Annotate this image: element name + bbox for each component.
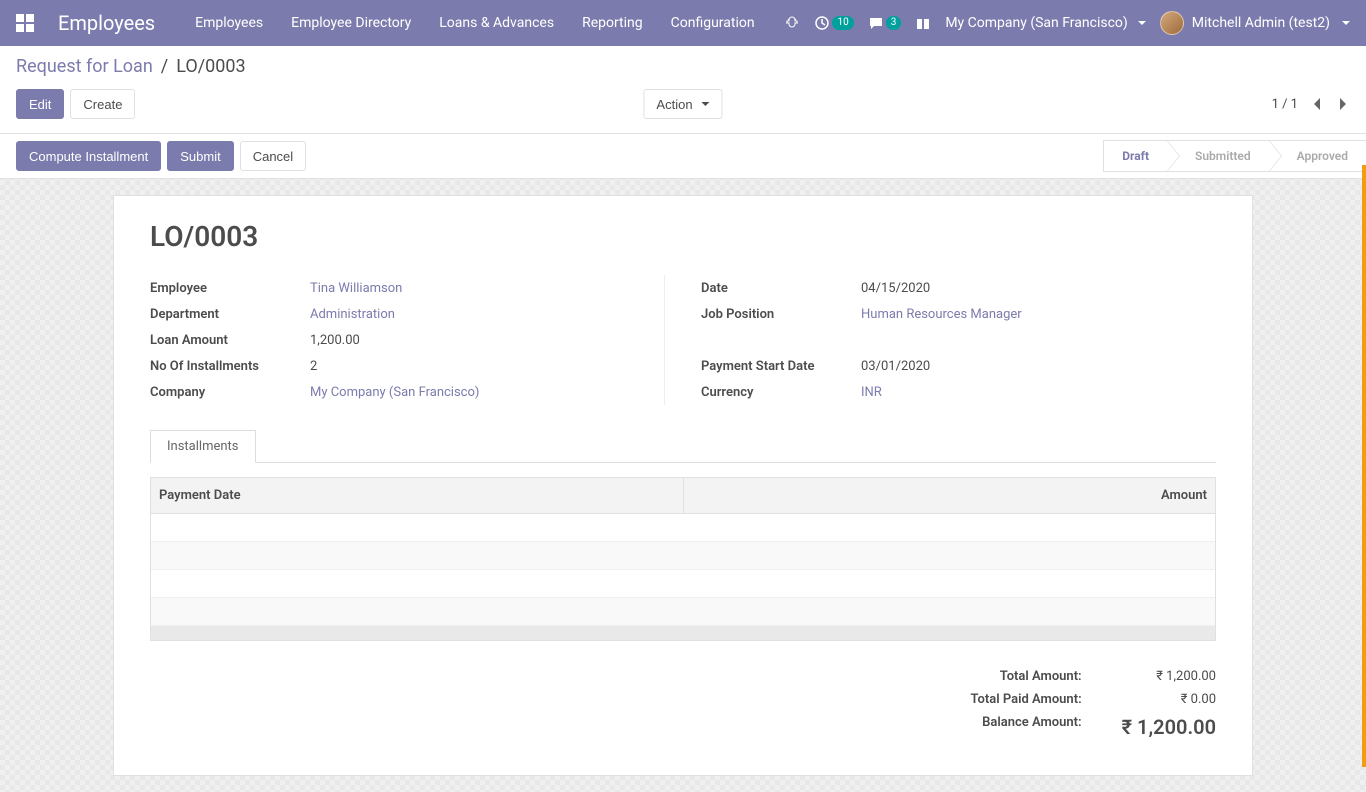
form-sheet: LO/0003 Employee Tina Williamson Departm… [113, 195, 1253, 776]
value-employee[interactable]: Tina Williamson [310, 281, 402, 296]
table-row [151, 514, 1215, 542]
compute-installment-button[interactable]: Compute Installment [16, 141, 161, 171]
debug-icon[interactable] [784, 15, 800, 31]
chevron-down-icon [1138, 21, 1146, 25]
breadcrumb-current: LO/0003 [176, 56, 245, 77]
company-selector[interactable]: My Company (San Francisco) [945, 15, 1145, 31]
total-amount-label: Total Amount: [971, 669, 1082, 684]
label-department: Department [150, 307, 310, 322]
create-button[interactable]: Create [70, 89, 135, 119]
record-title: LO/0003 [150, 220, 1216, 253]
breadcrumb-sep: / [161, 56, 168, 77]
totals: Total Amount: ₹ 1,200.00 Total Paid Amou… [150, 669, 1216, 739]
label-payment-start: Payment Start Date [701, 359, 861, 374]
user-label: Mitchell Admin (test2) [1192, 15, 1330, 31]
cancel-button[interactable]: Cancel [240, 141, 306, 171]
col-payment-date: Payment Date [151, 478, 683, 514]
submit-button[interactable]: Submit [167, 141, 233, 171]
company-label: My Company (San Francisco) [945, 15, 1127, 31]
breadcrumb: Request for Loan / LO/0003 [16, 56, 1350, 77]
label-installments: No Of Installments [150, 359, 310, 374]
table-row [151, 570, 1215, 598]
avatar [1160, 11, 1184, 35]
label-job-position: Job Position [701, 307, 861, 322]
chevron-down-icon [702, 102, 710, 106]
value-date: 04/15/2020 [861, 281, 930, 296]
pager: 1 / 1 [1272, 96, 1350, 112]
pager-prev[interactable] [1310, 96, 1326, 112]
nav-loans-advances[interactable]: Loans & Advances [439, 15, 554, 31]
value-payment-start: 03/01/2020 [861, 359, 930, 374]
installments-table: Payment Date Amount [150, 477, 1216, 641]
stage-draft[interactable]: Draft [1103, 140, 1167, 172]
label-loan-amount: Loan Amount [150, 333, 310, 348]
value-company[interactable]: My Company (San Francisco) [310, 385, 479, 400]
balance-label: Balance Amount: [971, 715, 1082, 739]
total-paid-label: Total Paid Amount: [971, 692, 1082, 707]
stage-submitted[interactable]: Submitted [1167, 140, 1269, 172]
brand-label: Employees [58, 11, 155, 35]
messages-count: 3 [886, 16, 902, 30]
nav-reporting[interactable]: Reporting [582, 15, 643, 31]
value-loan-amount: 1,200.00 [310, 333, 360, 348]
chevron-down-icon [1342, 21, 1350, 25]
total-paid-value: ₹ 0.00 [1122, 692, 1216, 707]
total-amount-value: ₹ 1,200.00 [1122, 669, 1216, 684]
messages-icon[interactable]: 3 [868, 15, 902, 31]
value-department[interactable]: Administration [310, 307, 395, 322]
stage-approved[interactable]: Approved [1269, 140, 1366, 172]
balance-value: ₹ 1,200.00 [1122, 715, 1216, 739]
nav-menu: Employees Employee Directory Loans & Adv… [195, 15, 754, 31]
action-label: Action [656, 97, 692, 112]
label-date: Date [701, 281, 861, 296]
breadcrumb-parent[interactable]: Request for Loan [16, 56, 153, 77]
nav-employee-directory[interactable]: Employee Directory [291, 15, 411, 31]
label-currency: Currency [701, 385, 861, 400]
apps-icon[interactable] [16, 14, 34, 32]
edit-button[interactable]: Edit [16, 89, 64, 119]
control-panel: Request for Loan / LO/0003 Edit Create A… [0, 46, 1366, 134]
action-dropdown[interactable]: Action [643, 89, 722, 119]
status-stages: Draft Submitted Approved [1103, 140, 1366, 172]
gift-icon[interactable] [915, 15, 931, 31]
activities-count: 10 [832, 16, 853, 30]
navbar: Employees Employees Employee Directory L… [0, 0, 1366, 46]
value-job-position[interactable]: Human Resources Manager [861, 307, 1022, 322]
col-amount: Amount [683, 478, 1215, 514]
nav-employees[interactable]: Employees [195, 15, 263, 31]
activities-icon[interactable]: 10 [814, 15, 853, 31]
value-installments: 2 [310, 359, 317, 374]
value-currency[interactable]: INR [861, 385, 882, 400]
scroll-indicator [1362, 165, 1366, 767]
nav-configuration[interactable]: Configuration [671, 15, 755, 31]
table-row [151, 542, 1215, 570]
statusbar: Compute Installment Submit Cancel Draft … [0, 134, 1366, 179]
pager-text: 1 / 1 [1272, 97, 1298, 112]
table-row [151, 598, 1215, 626]
label-company: Company [150, 385, 310, 400]
tab-installments[interactable]: Installments [150, 430, 256, 463]
label-employee: Employee [150, 281, 310, 296]
user-menu[interactable]: Mitchell Admin (test2) [1160, 11, 1350, 35]
pager-next[interactable] [1334, 96, 1350, 112]
